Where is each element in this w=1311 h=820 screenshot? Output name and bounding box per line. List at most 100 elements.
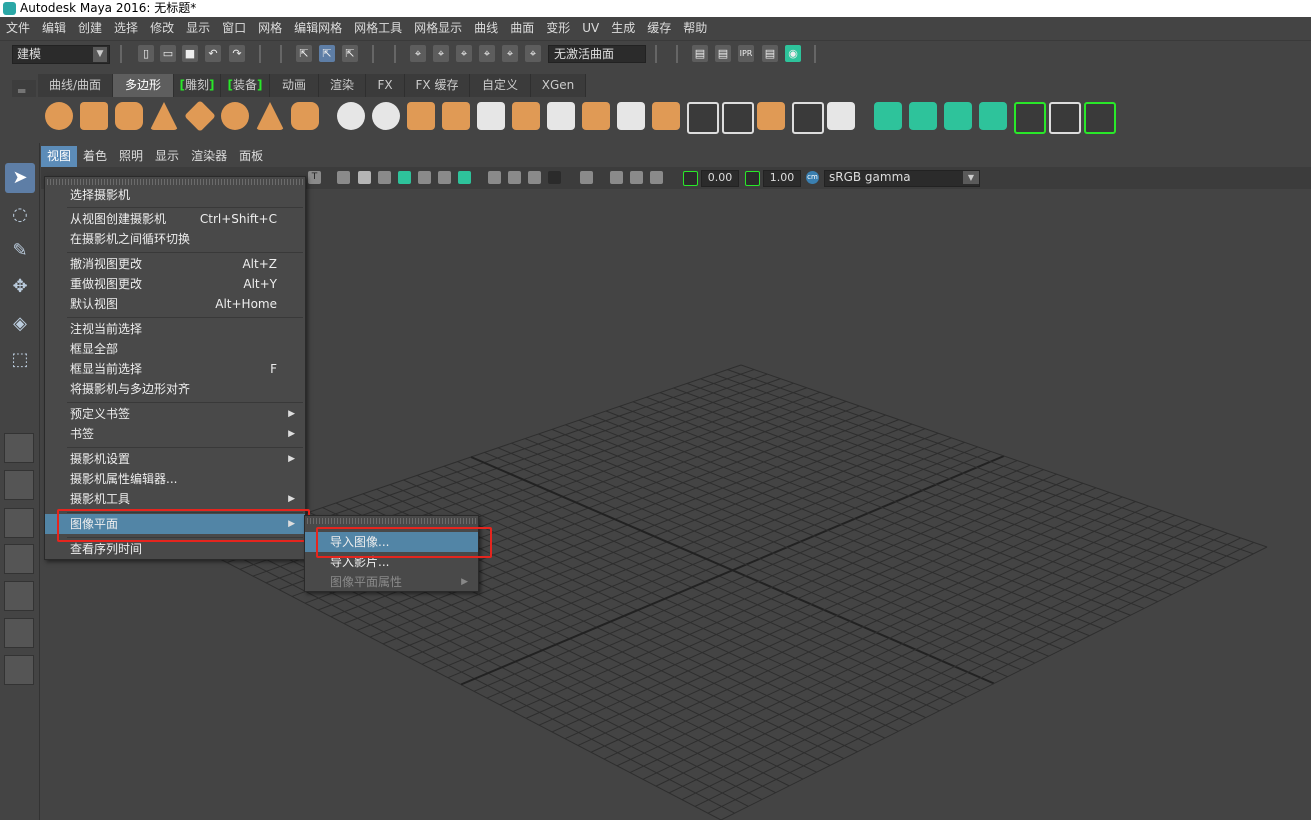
wireframe-on-shaded-icon[interactable] — [378, 171, 391, 184]
wireframe-icon[interactable] — [337, 171, 350, 184]
spherical-mapping-icon[interactable] — [792, 102, 824, 134]
tab-xgen[interactable]: XGen — [531, 74, 586, 97]
menu-window[interactable]: 窗口 — [216, 17, 252, 40]
hypershade-layout-icon[interactable] — [4, 618, 34, 648]
merge-icon[interactable] — [617, 102, 645, 130]
menu-look-at-selection[interactable]: 注视当前选择 — [45, 319, 305, 339]
menu-default-view[interactable]: 默认视图 Alt+Home — [45, 294, 305, 314]
menu-frame-all[interactable]: 框显全部 — [45, 339, 305, 359]
display-uv-icon[interactable] — [979, 102, 1007, 130]
menu-generate[interactable]: 生成 — [605, 17, 641, 40]
ambient-occlusion-icon[interactable] — [458, 171, 471, 184]
lasso-tool-icon[interactable]: ◌ — [5, 200, 35, 230]
tab-polygons[interactable]: 多边形 — [113, 74, 174, 97]
panel-menu-show[interactable]: 显示 — [149, 146, 185, 167]
planar-mapping-icon[interactable] — [687, 102, 719, 134]
snap-grid-icon[interactable]: ⌖ — [410, 45, 426, 62]
poly-pipe-icon[interactable] — [291, 102, 319, 130]
menu-mesh-display[interactable]: 网格显示 — [408, 17, 468, 40]
menu-bookmarks[interactable]: 书签 ▶ — [45, 424, 305, 444]
new-scene-icon[interactable]: ▯ — [138, 45, 154, 62]
boolean-icon[interactable] — [407, 102, 435, 130]
snap-view-plane-icon[interactable]: ⌖ — [479, 45, 495, 62]
save-scene-icon[interactable]: ■ — [182, 45, 198, 62]
tab-curves-surfaces[interactable]: 曲线/曲面 — [38, 74, 113, 97]
single-perspective-layout-icon[interactable] — [4, 433, 34, 463]
redo-icon[interactable]: ↷ — [229, 45, 245, 62]
cylindrical-mapping-icon[interactable] — [757, 102, 785, 130]
tear-off-handle[interactable] — [307, 518, 476, 524]
hypershade-icon[interactable]: ◉ — [785, 45, 801, 62]
select-uv-icon[interactable] — [944, 102, 972, 130]
depth-of-field-icon[interactable] — [508, 171, 521, 184]
tab-animation[interactable]: 动画 — [270, 74, 319, 97]
gamma-field[interactable]: 1.00 — [763, 170, 801, 187]
menu-frame-selection[interactable]: 框显当前选择 F — [45, 359, 305, 379]
menu-mesh-tools[interactable]: 网格工具 — [348, 17, 408, 40]
menu-uv[interactable]: UV — [576, 17, 605, 40]
tab-rendering[interactable]: 渲染 — [319, 74, 366, 97]
move-tool-icon[interactable]: ✥ — [5, 272, 35, 302]
tab-rigging[interactable]: [装备] — [221, 74, 270, 97]
panel-menu-shading[interactable]: 着色 — [77, 146, 113, 167]
anti-aliasing-icon[interactable]: T — [308, 171, 321, 184]
outliner-layout-icon[interactable] — [4, 508, 34, 538]
scale-tool-icon[interactable]: ⬚ — [5, 345, 35, 375]
film-gate-icon[interactable] — [630, 171, 643, 184]
poly-torus-icon[interactable] — [221, 102, 249, 130]
select-tool-icon[interactable]: ➤ — [5, 163, 35, 193]
smooth-icon[interactable] — [442, 102, 470, 130]
smooth-shade-icon[interactable] — [358, 171, 371, 184]
gamma-icon[interactable] — [745, 171, 760, 186]
motion-blur-icon[interactable] — [488, 171, 501, 184]
menu-help[interactable]: 帮助 — [677, 17, 713, 40]
menu-modify[interactable]: 修改 — [144, 17, 180, 40]
menu-deform[interactable]: 变形 — [540, 17, 576, 40]
snap-curve-icon[interactable]: ⌖ — [433, 45, 449, 62]
fill-hole-icon[interactable] — [582, 102, 610, 130]
xray-joints-icon[interactable] — [580, 171, 593, 184]
color-management-icon[interactable]: cm — [806, 171, 819, 184]
panel-menu-panels[interactable]: 面板 — [233, 146, 269, 167]
four-view-layout-icon[interactable] — [4, 470, 34, 500]
paint-select-tool-icon[interactable]: ✎ — [5, 236, 35, 266]
layout-options-icon[interactable] — [4, 655, 34, 685]
separate-icon[interactable] — [372, 102, 400, 130]
rotate-tool-icon[interactable]: ◈ — [5, 309, 35, 339]
menu-predefined-bookmarks[interactable]: 预定义书签 ▶ — [45, 404, 305, 424]
menu-select[interactable]: 选择 — [108, 17, 144, 40]
menu-redo-view-change[interactable]: 重做视图更改 Alt+Y — [45, 274, 305, 294]
undo-icon[interactable]: ↶ — [205, 45, 221, 62]
mode-selector[interactable]: 建模 ▼ — [12, 45, 110, 64]
menu-cache[interactable]: 缓存 — [641, 17, 677, 40]
menu-mesh[interactable]: 网格 — [252, 17, 288, 40]
render-history-icon[interactable]: ▤ — [692, 45, 708, 62]
tab-custom[interactable]: 自定义 — [470, 74, 531, 97]
graph-layout-icon[interactable] — [4, 544, 34, 574]
ipr-render-icon[interactable]: IPR — [738, 45, 754, 62]
xray-icon[interactable] — [528, 171, 541, 184]
select-face-icon[interactable] — [874, 102, 902, 130]
sew-uv-icon[interactable] — [1084, 102, 1116, 134]
menu-display[interactable]: 显示 — [180, 17, 216, 40]
select-hierarchy-icon[interactable]: ⇱ — [296, 45, 312, 62]
menu-camera-settings[interactable]: 摄影机设置 ▶ — [45, 449, 305, 469]
shadows-icon[interactable] — [438, 171, 451, 184]
snap-point-icon[interactable]: ⌖ — [456, 45, 472, 62]
make-live-icon[interactable]: ⌖ — [525, 45, 541, 62]
menu-undo-view-change[interactable]: 撤消视图更改 Alt+Z — [45, 254, 305, 274]
menu-lines-icon[interactable]: ═ — [18, 84, 25, 98]
extrude-icon[interactable] — [477, 102, 505, 130]
menu-view-sequence-time[interactable]: 查看序列时间 — [45, 539, 305, 559]
poly-cube-icon[interactable] — [80, 102, 108, 130]
menu-camera-attribute-editor[interactable]: 摄影机属性编辑器... — [45, 469, 305, 489]
poly-sphere-icon[interactable] — [45, 102, 73, 130]
snap-surface-icon[interactable]: ⌖ — [502, 45, 518, 62]
chevron-down-icon[interactable]: ▼ — [963, 171, 979, 184]
combine-icon[interactable] — [337, 102, 365, 130]
uv-editor-icon[interactable] — [827, 102, 855, 130]
open-scene-icon[interactable]: ▭ — [160, 45, 176, 62]
menu-edit[interactable]: 编辑 — [36, 17, 72, 40]
menu-create-camera-from-view[interactable]: 从视图创建摄影机 Ctrl+Shift+C — [45, 209, 305, 229]
menu-camera-tools[interactable]: 摄影机工具 ▶ — [45, 489, 305, 509]
